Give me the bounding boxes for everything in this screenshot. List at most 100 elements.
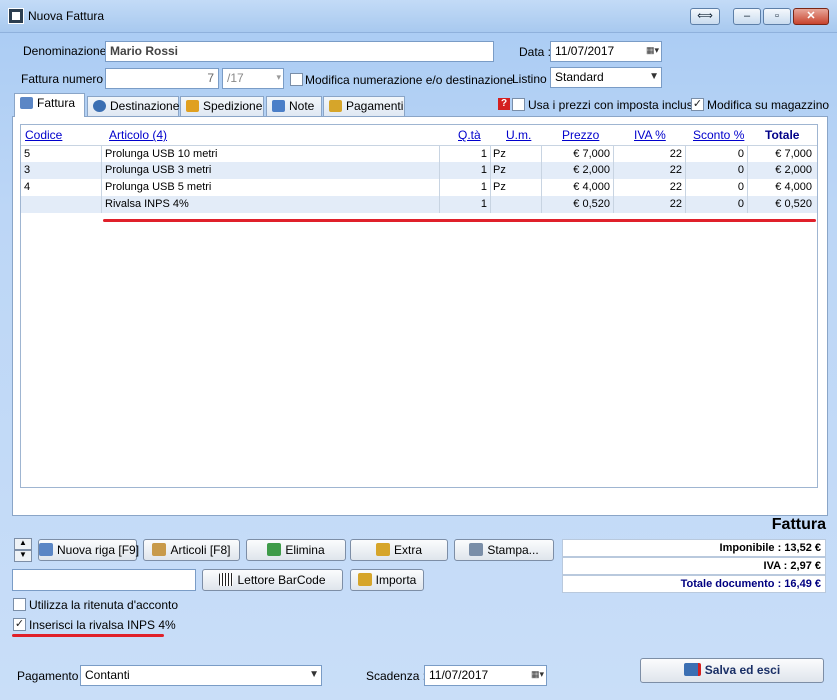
salva-ed-esci-button[interactable]: Salva ed esci <box>640 658 824 683</box>
pagamento-select[interactable]: Contanti ▼ <box>80 665 322 686</box>
nuova-riga-button[interactable]: Nuova riga [F9] <box>38 539 140 561</box>
nuova-riga-label: Nuova riga [F9] <box>57 543 140 557</box>
cell-codice: 5 <box>24 148 31 160</box>
table-row[interactable]: 3 Prolunga USB 3 metri 1 Pz € 2,000 22 0… <box>21 162 817 179</box>
maximize-button[interactable]: ▫ <box>763 8 791 25</box>
box-icon <box>152 543 167 556</box>
col-um[interactable]: U.m. <box>506 128 531 142</box>
tab-fattura[interactable]: Fattura <box>14 93 85 117</box>
cell-um: Pz <box>493 164 506 176</box>
barcode-input[interactable] <box>12 569 196 591</box>
cell-totale: € 2,000 <box>775 164 812 176</box>
fattura-numero-label: Fattura numero : <box>21 72 110 86</box>
imponibile-value: Imponibile : 13,52 € <box>562 539 826 557</box>
cell-iva: 22 <box>669 148 682 160</box>
data-date-picker[interactable]: 11/07/2017 ▦▾ <box>550 41 662 62</box>
listino-value: Standard <box>555 70 604 84</box>
elimina-label: Elimina <box>285 543 325 557</box>
cell-articolo: Rivalsa INPS 4% <box>105 198 189 210</box>
cell-sconto: 0 <box>737 181 744 193</box>
cell-iva: 22 <box>669 198 682 210</box>
col-qta[interactable]: Q.tà <box>458 128 481 142</box>
extra-label: Extra <box>393 543 422 557</box>
minimize-button[interactable]: – <box>733 8 761 25</box>
calendar-icon[interactable]: ▦▾ <box>646 45 659 56</box>
coins-icon <box>329 100 342 112</box>
chevron-down-icon: ▼ <box>649 71 659 82</box>
denominazione-label: Denominazione : <box>23 44 114 58</box>
import-icon <box>357 573 372 586</box>
fattura-numero-input[interactable]: 7 <box>105 68 219 89</box>
data-value: 11/07/2017 <box>555 44 615 58</box>
rivalsa-label: Inserisci la rivalsa INPS 4% <box>29 618 176 632</box>
col-articolo[interactable]: Articolo (4) <box>109 128 167 142</box>
listino-label: Listino : <box>512 72 554 86</box>
salva-label: Salva ed esci <box>704 663 781 677</box>
cell-codice: 3 <box>24 164 31 176</box>
grid-header: Codice Articolo (4) Q.tà U.m. Prezzo IVA… <box>21 125 817 145</box>
modifica-magazzino-checkbox[interactable]: ✓ <box>691 98 704 111</box>
tab-destinazione[interactable]: Destinazione <box>87 96 179 116</box>
cell-qta: 1 <box>480 148 487 160</box>
tab-spedizione[interactable]: Spedizione <box>180 96 264 116</box>
resize-arrows-icon[interactable]: ⟺ <box>690 8 720 25</box>
cell-totale: € 4,000 <box>775 181 812 193</box>
cell-sconto: 0 <box>737 164 744 176</box>
table-row[interactable]: 5 Prolunga USB 10 metri 1 Pz € 7,000 22 … <box>21 145 817 163</box>
cell-prezzo: € 2,000 <box>573 164 610 176</box>
truck-icon <box>186 100 199 112</box>
arrow-up-icon[interactable]: ▲ <box>14 538 32 550</box>
cell-codice: 4 <box>24 181 31 193</box>
close-button[interactable]: ✕ <box>793 8 829 25</box>
chevron-down-icon: ▾ <box>276 72 281 82</box>
cell-qta: 1 <box>480 164 487 176</box>
col-codice[interactable]: Codice <box>25 128 62 142</box>
totale-documento-value: Totale documento : 16,49 € <box>562 575 826 593</box>
calendar-icon[interactable]: ▦▾ <box>531 669 544 680</box>
invoice-icon <box>20 97 33 109</box>
col-prezzo[interactable]: Prezzo <box>562 128 599 142</box>
modifica-numerazione-checkbox[interactable] <box>290 73 303 86</box>
col-iva[interactable]: IVA % <box>634 128 666 142</box>
fattura-suffix-combo[interactable]: /17 ▾ <box>222 68 284 89</box>
totals-heading: Fattura <box>771 516 826 533</box>
cell-um: Pz <box>493 181 506 193</box>
trash-icon <box>267 543 282 556</box>
elimina-button[interactable]: Elimina <box>246 539 346 561</box>
invoice-lines-grid[interactable]: Codice Articolo (4) Q.tà U.m. Prezzo IVA… <box>20 124 818 488</box>
extra-button[interactable]: Extra <box>350 539 448 561</box>
rivalsa-checkbox[interactable]: ✓ <box>13 618 26 631</box>
cell-prezzo: € 7,000 <box>573 148 610 160</box>
lettore-barcode-label: Lettore BarCode <box>237 573 326 587</box>
notes-icon <box>272 100 285 112</box>
scadenza-date-picker[interactable]: 11/07/2017 ▦▾ <box>424 665 547 686</box>
col-totale[interactable]: Totale <box>765 128 799 142</box>
lettore-barcode-button[interactable]: Lettore BarCode <box>202 569 343 591</box>
cell-totale: € 7,000 <box>775 148 812 160</box>
articoli-button[interactable]: Articoli [F8] <box>143 539 240 561</box>
ritenuta-label: Utilizza la ritenuta d'acconto <box>29 598 179 612</box>
window-title: Nuova Fattura <box>28 9 105 23</box>
table-row[interactable]: 4 Prolunga USB 5 metri 1 Pz € 4,000 22 0… <box>21 179 817 196</box>
tab-fattura-label: Fattura <box>37 96 76 110</box>
iva-value: IVA : 2,97 € <box>562 557 826 575</box>
articoli-label: Articoli [F8] <box>170 543 231 557</box>
table-row[interactable]: Rivalsa INPS 4% 1 € 0,520 22 0 € 0,520 <box>21 196 817 213</box>
money-icon <box>375 543 390 556</box>
cell-articolo: Prolunga USB 5 metri <box>105 181 212 193</box>
tab-pagamenti-label: Pagamenti <box>346 99 404 113</box>
denominazione-input[interactable]: Mario Rossi <box>105 41 494 62</box>
tab-note[interactable]: Note <box>266 96 322 116</box>
stampa-button[interactable]: Stampa... <box>454 539 554 561</box>
importa-button[interactable]: Importa <box>350 569 424 591</box>
scadenza-label: Scadenza : <box>366 669 427 683</box>
col-sconto[interactable]: Sconto % <box>693 128 744 142</box>
arrow-down-icon[interactable]: ▼ <box>14 550 32 562</box>
tab-pagamenti[interactable]: Pagamenti <box>323 96 405 116</box>
ritenuta-checkbox[interactable] <box>13 598 26 611</box>
highlight-underline <box>103 219 816 222</box>
row-move-arrows[interactable]: ▲ ▼ <box>14 538 32 562</box>
help-icon[interactable]: ? <box>498 98 510 110</box>
listino-select[interactable]: Standard ▼ <box>550 67 662 88</box>
usa-prezzi-checkbox[interactable] <box>512 98 525 111</box>
